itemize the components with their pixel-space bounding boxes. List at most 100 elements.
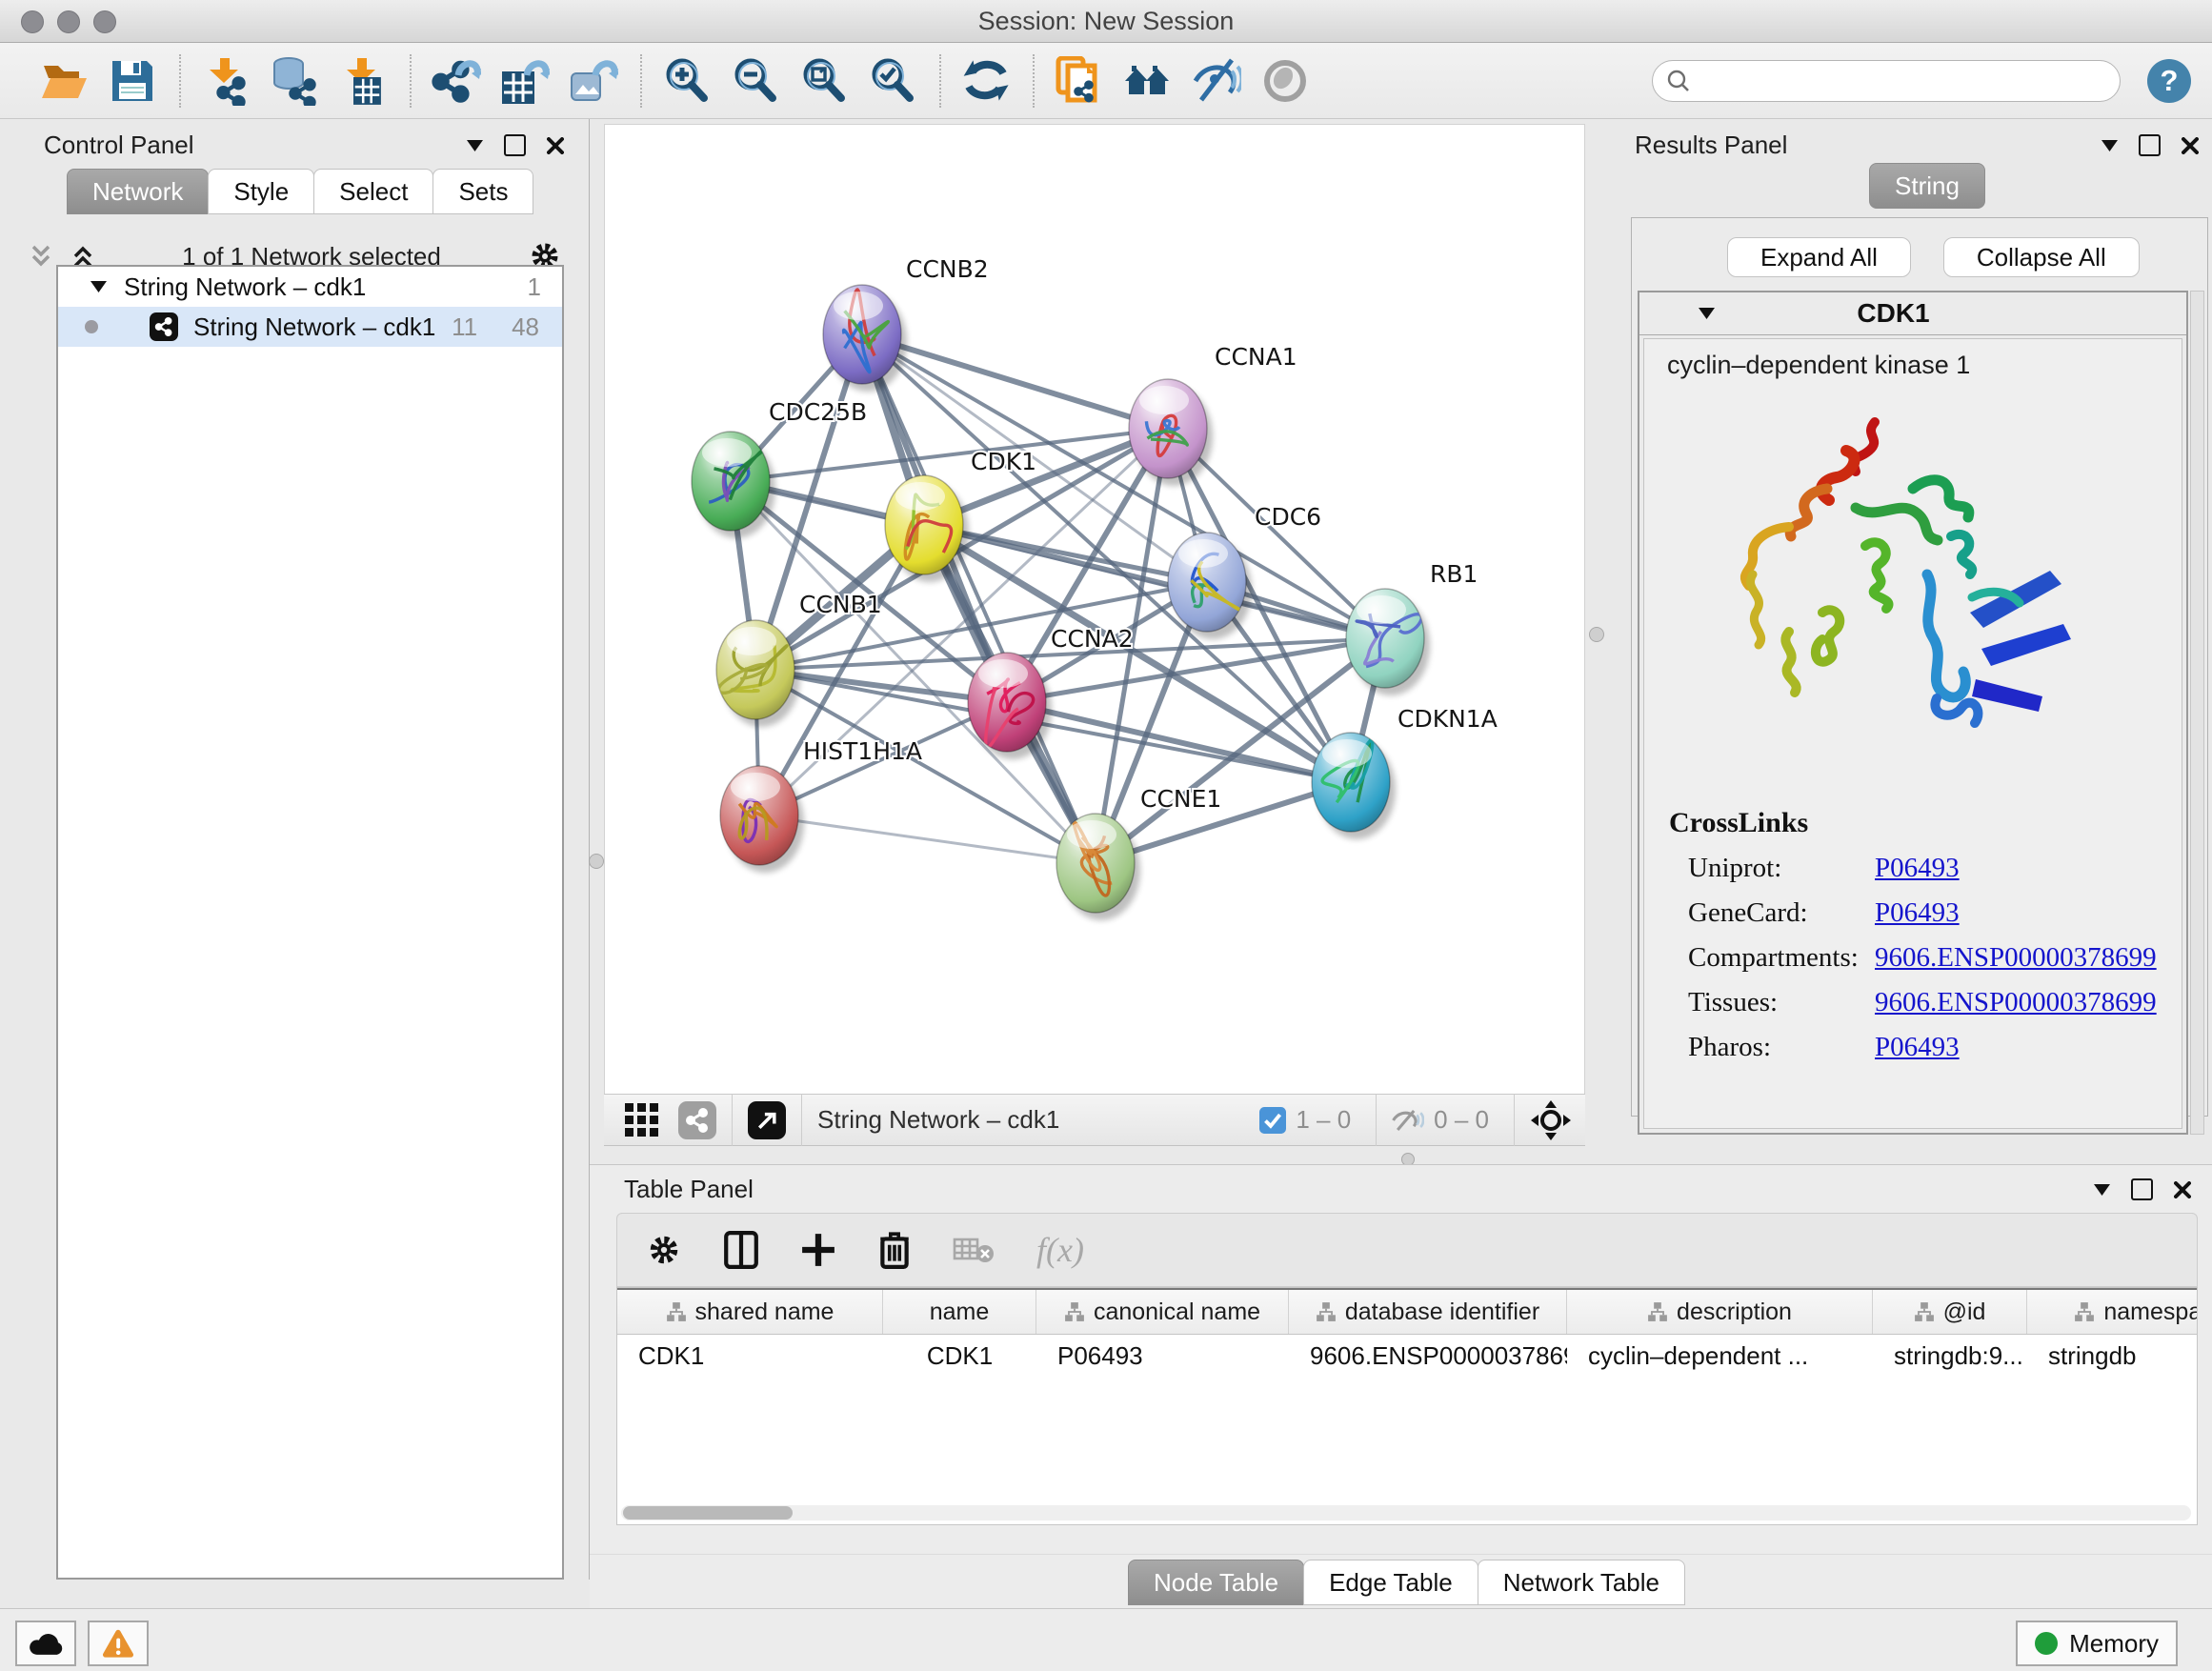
cell-shared-name[interactable]: CDK1 xyxy=(617,1341,883,1371)
tab-edge-table[interactable]: Edge Table xyxy=(1303,1560,1478,1605)
cell-namespace[interactable]: stringdb xyxy=(2027,1341,2198,1371)
search-box[interactable] xyxy=(1652,60,2121,102)
export-table-button[interactable] xyxy=(497,53,553,109)
delete-column-icon[interactable] xyxy=(878,1231,911,1269)
column-header-namespace[interactable]: namespace xyxy=(2027,1290,2198,1334)
add-column-icon[interactable] xyxy=(800,1232,836,1268)
edge-HIST1H1A-CCNE1[interactable] xyxy=(759,815,1096,863)
collapse-arrow-icon[interactable] xyxy=(90,281,107,292)
column-header-canonical-name[interactable]: canonical name xyxy=(1036,1290,1289,1334)
column-header-name[interactable]: name xyxy=(883,1290,1036,1334)
import-network-file-button[interactable] xyxy=(198,53,253,109)
function-builder-icon[interactable]: f(x) xyxy=(1036,1230,1084,1270)
crosslink-link[interactable]: 9606.ENSP00000378699 xyxy=(1875,987,2157,1018)
node-CCNB2[interactable]: CCNB2 xyxy=(823,255,989,392)
close-panel-icon[interactable] xyxy=(2174,1181,2191,1198)
export-image-icon xyxy=(569,56,618,106)
network-canvas[interactable]: CCNB2 CCNA1 CDC25B CDK1 CDC6 RB1 CCNB1 C… xyxy=(604,124,1585,1096)
undock-panel-icon[interactable] xyxy=(504,134,526,156)
cloud-status-button[interactable] xyxy=(15,1621,76,1666)
show-columns-icon[interactable] xyxy=(724,1231,758,1269)
cell-canonical-name[interactable]: P06493 xyxy=(1036,1341,1289,1371)
tab-style[interactable]: Style xyxy=(208,169,314,214)
detach-view-icon[interactable] xyxy=(748,1101,786,1139)
warnings-button[interactable] xyxy=(88,1621,149,1666)
cell-name[interactable]: CDK1 xyxy=(883,1341,1036,1371)
grid-view-icon[interactable] xyxy=(623,1101,661,1139)
birdseye-crosshair-icon[interactable] xyxy=(1530,1099,1572,1141)
collapse-protein-icon[interactable] xyxy=(1699,308,1715,319)
tab-string[interactable]: String xyxy=(1869,163,1985,209)
table-options-gear-icon[interactable] xyxy=(646,1232,682,1268)
crosslink-link[interactable]: P06493 xyxy=(1875,897,1960,929)
refresh-button[interactable] xyxy=(958,53,1014,109)
clone-network-button[interactable] xyxy=(1052,53,1107,109)
close-panel-icon[interactable] xyxy=(547,137,564,154)
search-input[interactable] xyxy=(1699,67,2120,95)
table-h-scrollbar-thumb[interactable] xyxy=(623,1506,793,1520)
node-HIST1H1A[interactable]: HIST1H1A xyxy=(720,737,922,873)
zoom-in-button[interactable] xyxy=(659,53,714,109)
zoom-out-button[interactable] xyxy=(728,53,783,109)
open-session-button[interactable] xyxy=(36,53,91,109)
node-table[interactable]: shared namenamecanonical namedatabase id… xyxy=(616,1287,2198,1525)
memory-button[interactable]: Memory xyxy=(2016,1621,2178,1666)
node-CCNB1[interactable]: CCNB1 xyxy=(716,591,882,727)
edge-CCNB2-CCNE1[interactable] xyxy=(862,334,1096,863)
edge-CCNB2-CCNA1[interactable] xyxy=(862,334,1168,429)
column-header-database-identifier[interactable]: database identifier xyxy=(1289,1290,1567,1334)
import-network-database-button[interactable] xyxy=(267,53,322,109)
save-session-button[interactable] xyxy=(105,53,160,109)
float-panel-icon[interactable] xyxy=(467,140,483,151)
column-header-@id[interactable]: @id xyxy=(1873,1290,2027,1334)
node-CCNA1[interactable]: CCNA1 xyxy=(1129,343,1297,486)
tab-network[interactable]: Network xyxy=(67,169,209,214)
table-tabs-strip: Node TableEdge TableNetwork Table xyxy=(590,1554,2212,1610)
birdseye-view-button[interactable] xyxy=(1257,53,1313,109)
collapse-all-networks-icon[interactable] xyxy=(29,243,53,270)
cell-description[interactable]: cyclin–dependent ... xyxy=(1567,1341,1873,1371)
column-header-shared-name[interactable]: shared name xyxy=(617,1290,883,1334)
close-panel-icon[interactable] xyxy=(2182,137,2199,154)
node-label-CDKN1A: CDKN1A xyxy=(1398,705,1498,733)
table-h-scrollbar[interactable] xyxy=(621,1505,2191,1520)
tab-sets[interactable]: Sets xyxy=(432,169,533,214)
expand-all-button[interactable]: Expand All xyxy=(1727,237,1911,277)
network-row-selected[interactable]: String Network – cdk1 11 48 xyxy=(58,307,562,347)
node-CCNE1[interactable]: CCNE1 xyxy=(1056,785,1221,920)
hidden-eye-icon[interactable] xyxy=(1392,1108,1424,1133)
crosslink-link[interactable]: 9606.ENSP00000378699 xyxy=(1875,942,2157,974)
import-table-button[interactable] xyxy=(335,53,391,109)
node-CCNA2[interactable]: CCNA2 xyxy=(968,625,1134,759)
selected-checkbox-icon[interactable] xyxy=(1259,1107,1286,1134)
results-scrollbar[interactable] xyxy=(2190,291,2204,1135)
network-collection-row[interactable]: String Network – cdk1 1 xyxy=(58,267,562,307)
collapse-all-button[interactable]: Collapse All xyxy=(1943,237,2140,277)
column-header-description[interactable]: description xyxy=(1567,1290,1873,1334)
export-network-button[interactable] xyxy=(429,53,484,109)
undock-panel-icon[interactable] xyxy=(2139,134,2161,156)
tab-select[interactable]: Select xyxy=(313,169,433,214)
undock-panel-icon[interactable] xyxy=(2131,1178,2153,1200)
zoom-fit-content-button[interactable] xyxy=(796,53,852,109)
share-view-icon[interactable] xyxy=(678,1101,716,1139)
node-CDKN1A[interactable]: CDKN1A xyxy=(1312,705,1498,839)
zoom-selected-button[interactable] xyxy=(865,53,920,109)
left-splitter-handle[interactable] xyxy=(589,854,604,869)
show-hide-button[interactable] xyxy=(1189,53,1244,109)
help-button[interactable]: ? xyxy=(2147,59,2191,103)
cell-database-identifier[interactable]: 9606.ENSP00000378699 xyxy=(1289,1341,1567,1371)
delete-table-icon[interactable] xyxy=(953,1236,995,1264)
cell-@id[interactable]: stringdb:9... xyxy=(1873,1341,2027,1371)
string-home-button[interactable] xyxy=(1120,53,1176,109)
node-RB1[interactable]: RB1 xyxy=(1346,560,1478,695)
table-row[interactable]: CDK1CDK1P064939606.ENSP00000378699cyclin… xyxy=(617,1335,2198,1377)
tab-node-table[interactable]: Node Table xyxy=(1128,1560,1304,1605)
right-splitter-handle[interactable] xyxy=(1589,627,1604,642)
crosslink-link[interactable]: P06493 xyxy=(1875,1032,1960,1063)
float-panel-icon[interactable] xyxy=(2101,140,2118,151)
float-panel-icon[interactable] xyxy=(2094,1184,2110,1196)
export-image-button[interactable] xyxy=(566,53,621,109)
tab-network-table[interactable]: Network Table xyxy=(1478,1560,1685,1605)
crosslink-link[interactable]: P06493 xyxy=(1875,853,1960,884)
